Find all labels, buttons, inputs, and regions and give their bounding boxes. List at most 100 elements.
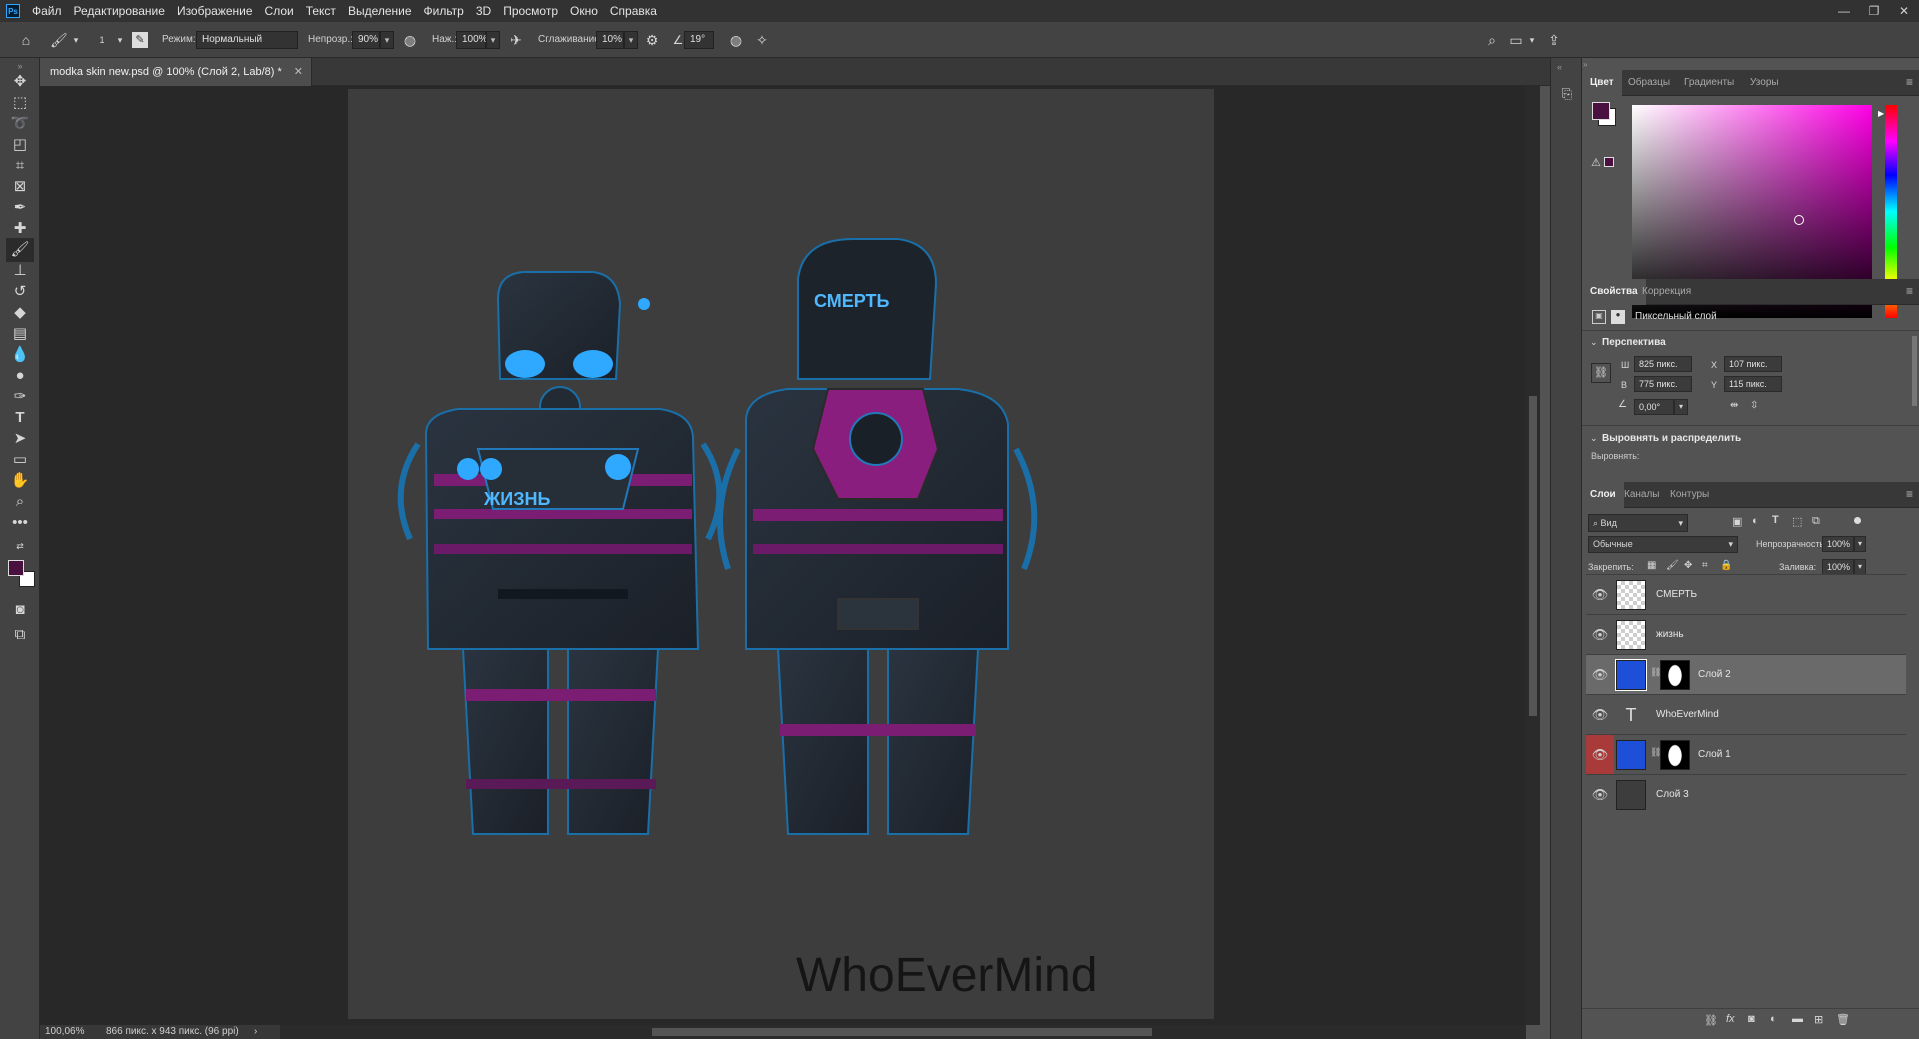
mode-select[interactable]: Нормальный <box>196 31 298 49</box>
link-dimensions-icon[interactable]: ⛓ <box>1591 363 1611 383</box>
tab-adjustments[interactable]: Коррекция <box>1634 279 1699 305</box>
new-group-icon[interactable]: ▬ <box>1792 1013 1803 1025</box>
expand-dock-icon[interactable]: « <box>1557 62 1562 72</box>
minimize-icon[interactable]: — <box>1829 0 1859 22</box>
visibility-eye-icon[interactable]: 👁 <box>1586 655 1614 694</box>
zoom-level[interactable]: 100,06% <box>45 1025 84 1039</box>
flip-horizontal-icon[interactable]: ⇹ <box>1730 400 1738 411</box>
y-input[interactable]: 115 пикс. <box>1724 376 1782 392</box>
close-icon[interactable]: ✕ <box>1889 0 1919 22</box>
airbrush-icon[interactable]: ✈ <box>508 32 524 48</box>
smoothing-chevron-icon[interactable]: ▾ <box>624 31 638 49</box>
filter-pixel-icon[interactable]: ▣ <box>1732 515 1742 528</box>
perspective-chevron-icon[interactable]: ⌄ <box>1590 337 1598 348</box>
gamut-warning-icon[interactable]: ⚠ <box>1591 156 1601 169</box>
menu-item[interactable]: Слои <box>259 0 300 22</box>
properties-menu-icon[interactable]: ≡ <box>1906 284 1913 298</box>
opacity-input[interactable]: 90% <box>352 31 380 49</box>
fill-input[interactable]: 100% <box>1822 559 1854 575</box>
menu-item[interactable]: Редактирование <box>68 0 171 22</box>
opacity-pressure-icon[interactable]: ◍ <box>402 32 418 48</box>
perspective-title[interactable]: Перспектива <box>1602 337 1666 348</box>
lock-all-icon[interactable]: 🔒 <box>1720 560 1732 571</box>
brush-size-chevron-icon[interactable]: ▾ <box>112 32 128 48</box>
tab-channels[interactable]: Каналы <box>1616 482 1668 508</box>
status-arrow-icon[interactable]: › <box>254 1025 257 1039</box>
height-input[interactable]: 775 пикс. <box>1634 376 1692 392</box>
tab-color[interactable]: Цвет <box>1582 70 1622 96</box>
color-panel-menu-icon[interactable]: ≡ <box>1906 75 1913 89</box>
lock-transparent-icon[interactable]: ▦ <box>1647 560 1656 571</box>
filter-type-icon[interactable]: T <box>1772 514 1779 526</box>
collapse-panels-icon[interactable]: » <box>1583 60 1587 69</box>
foreground-color-swatch[interactable] <box>8 560 24 576</box>
layer-row[interactable]: 👁 СМЕРТЬ <box>1586 574 1906 614</box>
color-picker-cursor[interactable] <box>1794 215 1804 225</box>
brush-panel-icon[interactable]: ✎ <box>132 32 148 48</box>
menu-item[interactable]: Файл <box>26 0 68 22</box>
menu-item[interactable]: 3D <box>470 0 497 22</box>
filter-shape-icon[interactable]: ⬚ <box>1792 515 1802 528</box>
web-safe-swatch[interactable] <box>1604 157 1614 167</box>
opacity-chevron-icon[interactable]: ▾ <box>380 31 394 49</box>
fx-icon[interactable]: fx <box>1726 1013 1735 1025</box>
brush-preset-icon[interactable]: 🖌 <box>50 32 68 48</box>
vertical-scrollbar[interactable] <box>1526 86 1540 1025</box>
preset-chevron-icon[interactable]: ▾ <box>68 32 84 48</box>
adjustment-layer-icon[interactable]: ◐ <box>1770 1013 1777 1025</box>
visibility-eye-icon[interactable]: 👁 <box>1586 615 1614 654</box>
restore-icon[interactable]: ❐ <box>1859 0 1889 22</box>
workspace-icon[interactable]: ▭ <box>1508 32 1524 48</box>
layer-row[interactable]: 👁 жизнь <box>1586 614 1906 654</box>
menu-item[interactable]: Справка <box>604 0 663 22</box>
pressure-input[interactable]: 100% <box>456 31 488 49</box>
tab-gradients[interactable]: Градиенты <box>1676 70 1742 96</box>
layers-menu-icon[interactable]: ≡ <box>1906 487 1913 501</box>
width-input[interactable]: 825 пикс. <box>1634 356 1692 372</box>
filter-adjustment-icon[interactable]: ◐ <box>1752 515 1759 527</box>
properties-scroll-thumb[interactable] <box>1912 336 1917 406</box>
history-panel-icon[interactable]: ⎘ <box>1557 86 1577 106</box>
rotate-angle-chevron-icon[interactable]: ▾ <box>1674 399 1688 415</box>
layer-opacity-chevron-icon[interactable]: ▾ <box>1854 536 1866 552</box>
horizontal-scroll-thumb[interactable] <box>652 1028 1152 1036</box>
layer-mask-thumbnail[interactable] <box>1660 660 1690 690</box>
new-layer-icon[interactable]: ⊞ <box>1814 1013 1823 1026</box>
horizontal-scrollbar[interactable] <box>280 1025 1526 1039</box>
layer-row[interactable]: 👁 ⛓ Слой 1 <box>1586 734 1906 774</box>
symmetry-icon[interactable]: ✧ <box>754 32 770 48</box>
workspace-chevron-icon[interactable]: ▾ <box>1524 32 1540 48</box>
blend-mode-select[interactable]: Обычные ▾ <box>1588 536 1738 553</box>
document-tab[interactable]: modka skin new.psd @ 100% (Слой 2, Lab/8… <box>40 58 312 86</box>
swap-colors-icon[interactable]: ⇄ <box>6 534 34 558</box>
rotate-angle-input[interactable]: 0,00° <box>1634 399 1674 415</box>
pressure-chevron-icon[interactable]: ▾ <box>486 31 500 49</box>
layer-row[interactable]: 👁 Слой 3 <box>1586 774 1906 814</box>
visibility-eye-icon[interactable]: 👁 <box>1586 695 1614 734</box>
x-input[interactable]: 107 пикс. <box>1724 356 1782 372</box>
color-foreground-swatch[interactable] <box>1592 102 1610 120</box>
visibility-eye-icon[interactable]: 👁 <box>1586 775 1614 814</box>
layer-opacity-input[interactable]: 100% <box>1822 536 1854 552</box>
quick-mask-icon[interactable]: ◙ <box>6 598 34 622</box>
lock-pixels-icon[interactable]: 🖌 <box>1666 560 1679 571</box>
visibility-eye-icon[interactable]: 👁 <box>1586 735 1614 774</box>
layer-filter-select[interactable]: ⌕ Вид ▾ <box>1588 514 1688 532</box>
layer-mask-thumbnail[interactable] <box>1660 740 1690 770</box>
size-pressure-icon[interactable]: ◍ <box>728 32 744 48</box>
brush-size-display[interactable]: 1 <box>94 32 110 48</box>
add-mask-icon[interactable]: ◙ <box>1748 1013 1755 1025</box>
vertical-scroll-thumb[interactable] <box>1529 396 1537 716</box>
hue-slider-handle-icon[interactable]: ▶ <box>1878 109 1884 118</box>
smoothing-input[interactable]: 10% <box>596 31 624 49</box>
layer-row[interactable]: 👁 ⛓ Слой 2 <box>1586 654 1906 694</box>
layer-row[interactable]: 👁 T WhoEverMind <box>1586 694 1906 734</box>
layer-mask-icon[interactable]: ● <box>1611 310 1625 324</box>
menu-item[interactable]: Просмотр <box>497 0 564 22</box>
tab-close-icon[interactable]: ✕ <box>294 58 303 86</box>
filter-smart-object-icon[interactable]: ⧉ <box>1812 515 1820 528</box>
align-chevron-icon[interactable]: ⌄ <box>1590 433 1598 444</box>
screen-mode-icon[interactable]: ⧉ <box>6 623 34 647</box>
menu-item[interactable]: Текст <box>300 0 342 22</box>
delete-layer-icon[interactable]: 🗑 <box>1836 1013 1850 1026</box>
